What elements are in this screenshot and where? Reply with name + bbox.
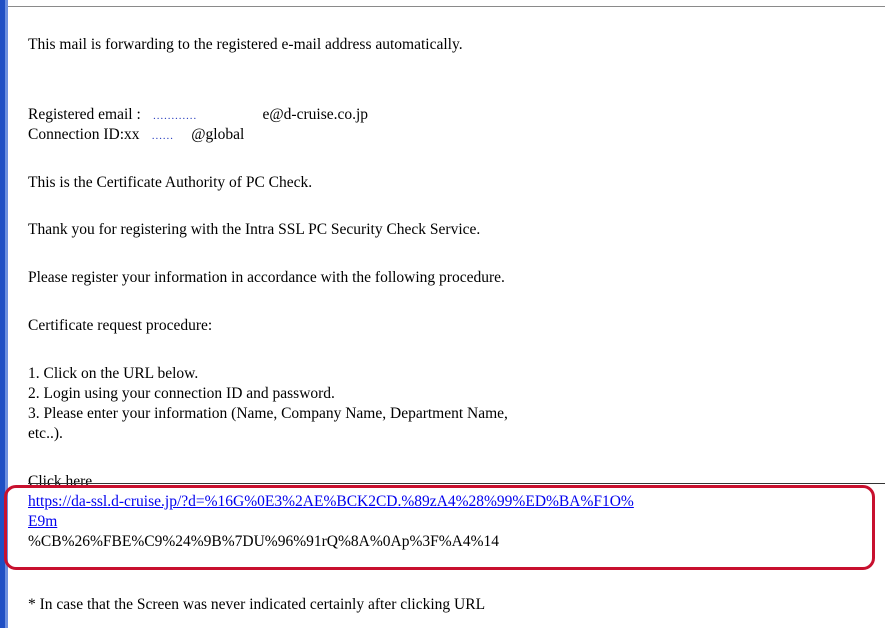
registered-email-line: Registered email : ………… e@d-cruise.co.jp bbox=[28, 105, 368, 126]
ca-line: This is the Certificate Authority of PC … bbox=[28, 174, 313, 191]
footnote-line: * In case that the Screen was never indi… bbox=[28, 596, 486, 613]
connection-id-line: Connection ID:xx …… @global bbox=[28, 125, 244, 146]
connection-id-label: Connection ID:xx bbox=[28, 126, 140, 143]
registered-email-domain: e@d-cruise.co.jp bbox=[262, 106, 369, 123]
register-line: Please register your information in acco… bbox=[28, 269, 505, 286]
connection-id-suffix: @global bbox=[191, 126, 245, 143]
url-highlight-box bbox=[4, 485, 875, 570]
window-top-border bbox=[8, 0, 885, 7]
registered-email-label: Registered email : bbox=[28, 106, 141, 123]
procedure-heading: Certificate request procedure: bbox=[28, 317, 213, 334]
registered-email-masked: ………… bbox=[152, 110, 197, 122]
thanks-line: Thank you for registering with the Intra… bbox=[28, 221, 481, 238]
connection-id-masked: …… bbox=[151, 130, 174, 142]
step-3: 3. Please enter your information (Name, … bbox=[28, 405, 508, 422]
intro-line: This mail is forwarding to the registere… bbox=[28, 36, 463, 53]
step-2: 2. Login using your connection ID and pa… bbox=[28, 385, 335, 402]
step-3-continued: etc..). bbox=[28, 425, 63, 442]
step-1: 1. Click on the URL below. bbox=[28, 365, 199, 382]
